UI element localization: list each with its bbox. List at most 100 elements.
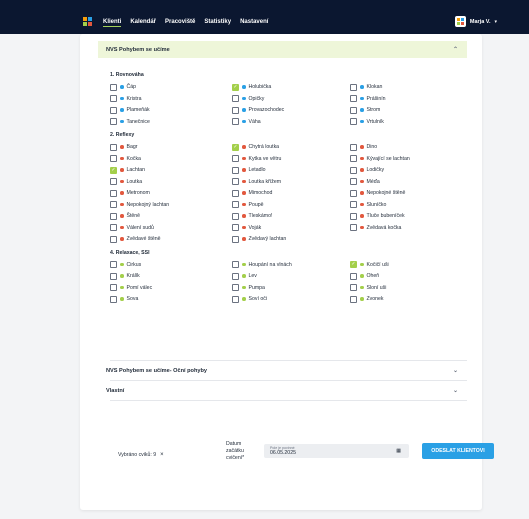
- exercise-checkbox[interactable]: [350, 143, 357, 151]
- exercise-checkbox[interactable]: [232, 201, 239, 208]
- exercise-item[interactable]: Sluníčko: [350, 201, 386, 209]
- exercise-checkbox[interactable]: [350, 295, 357, 303]
- exercise-item[interactable]: Cirkus: [110, 261, 141, 269]
- exercise-checkbox[interactable]: [232, 178, 239, 185]
- exercise-item[interactable]: Letadlo: [232, 166, 266, 174]
- exercise-item[interactable]: Nepokojný lachtan: [110, 201, 169, 209]
- exercise-checkbox[interactable]: [110, 189, 117, 197]
- exercise-item[interactable]: Kytka ve větru: [232, 155, 281, 163]
- exercise-checkbox[interactable]: [350, 155, 357, 162]
- exercise-item[interactable]: Zvědavé štěně: [110, 235, 161, 243]
- exercise-checkbox[interactable]: [350, 212, 357, 220]
- nav-item-nastaveni[interactable]: Nastavení: [240, 19, 268, 27]
- start-date-field[interactable]: Pole je povinné 06.05.2025 ▦: [264, 444, 409, 458]
- exercise-item[interactable]: Klokan: [350, 83, 382, 91]
- exercise-checkbox[interactable]: [110, 272, 117, 280]
- exercise-item[interactable]: Mimochod: [232, 189, 272, 197]
- exercise-item[interactable]: Holubička: [232, 83, 271, 91]
- exercise-checkbox[interactable]: [232, 118, 239, 125]
- exercise-checkbox[interactable]: [232, 189, 239, 197]
- exercise-checkbox[interactable]: [350, 95, 357, 102]
- exercise-checkbox[interactable]: [110, 261, 117, 268]
- exercise-checkbox[interactable]: [350, 201, 357, 208]
- exercise-item[interactable]: Plameňák: [110, 106, 150, 114]
- exercise-item[interactable]: Oheň: [350, 272, 379, 280]
- exercise-item[interactable]: Provazochodec: [232, 106, 284, 114]
- exercise-checkbox[interactable]: [110, 201, 117, 208]
- exercise-checkbox[interactable]: [110, 118, 117, 125]
- exercise-item[interactable]: Strom: [350, 106, 380, 114]
- exercise-checkbox[interactable]: [110, 284, 117, 291]
- exercise-item[interactable]: Loutka křížem: [232, 178, 281, 186]
- exercise-item[interactable]: Vrtulník: [350, 118, 384, 126]
- exercise-item[interactable]: Pumpa: [232, 284, 265, 292]
- exercise-checkbox[interactable]: [350, 189, 357, 197]
- exercise-item[interactable]: Tanečnice: [110, 118, 150, 126]
- exercise-checkbox[interactable]: [350, 106, 357, 114]
- exercise-item[interactable]: Králík: [110, 272, 140, 280]
- exercise-item[interactable]: Houpání na vlnách: [232, 261, 292, 269]
- exercise-checkbox[interactable]: [110, 224, 117, 231]
- calendar-icon[interactable]: ▦: [396, 448, 401, 454]
- exercise-item[interactable]: Chytrá loutka: [232, 143, 279, 151]
- exercise-checkbox[interactable]: [350, 272, 357, 280]
- exercise-item[interactable]: Opičky: [232, 95, 264, 103]
- exercise-checkbox[interactable]: [110, 235, 117, 243]
- exercise-checkbox[interactable]: [232, 235, 239, 243]
- exercise-item[interactable]: Čáp: [110, 83, 136, 91]
- exercise-checkbox[interactable]: [110, 155, 117, 162]
- exercise-checkbox[interactable]: [232, 95, 239, 102]
- exercise-checkbox[interactable]: [232, 212, 239, 220]
- exercise-checkbox[interactable]: [232, 166, 239, 174]
- exercise-checkbox[interactable]: [232, 261, 239, 268]
- exercise-item[interactable]: Sloní uši: [350, 284, 386, 292]
- exercise-checkbox[interactable]: [110, 212, 117, 220]
- exercise-checkbox[interactable]: [232, 83, 239, 91]
- exercise-checkbox[interactable]: [232, 284, 239, 291]
- section-header-nvs[interactable]: NVS Pohybem se učíme ⌃: [98, 41, 467, 58]
- exercise-checkbox[interactable]: [110, 178, 117, 185]
- exercise-item[interactable]: Štěně: [110, 212, 140, 220]
- section-header-own[interactable]: Vlastní ⌄: [98, 382, 467, 399]
- exercise-item[interactable]: Kristra: [110, 95, 142, 103]
- nav-item-pracoviste[interactable]: Pracoviště: [165, 19, 195, 27]
- nav-item-statistiky[interactable]: Statistiky: [204, 19, 231, 27]
- exercise-checkbox[interactable]: [350, 261, 357, 268]
- exercise-checkbox[interactable]: [232, 155, 239, 162]
- nav-item-klienti[interactable]: Klienti: [103, 19, 122, 27]
- exercise-item[interactable]: Kočičí uši: [350, 261, 389, 269]
- exercise-item[interactable]: Váha: [232, 118, 261, 126]
- exercise-item[interactable]: Voják: [232, 224, 261, 232]
- exercise-checkbox[interactable]: [110, 166, 117, 174]
- user-menu[interactable]: Marja V. ▾: [454, 16, 497, 27]
- exercise-item[interactable]: Zvonek: [350, 295, 384, 303]
- exercise-item[interactable]: Lachtan: [110, 166, 145, 174]
- exercise-item[interactable]: Pomí válec: [110, 284, 152, 292]
- exercise-checkbox[interactable]: [110, 83, 117, 91]
- exercise-checkbox[interactable]: [350, 118, 357, 125]
- exercise-item[interactable]: Válení sudů: [110, 224, 154, 232]
- app-logo[interactable]: [83, 17, 92, 26]
- exercise-item[interactable]: Soví oči: [232, 295, 267, 303]
- exercise-item[interactable]: Kočka: [110, 155, 141, 163]
- exercise-checkbox[interactable]: [350, 83, 357, 91]
- exercise-checkbox[interactable]: [232, 295, 239, 303]
- exercise-item[interactable]: Nepokojné štěně: [350, 189, 405, 197]
- exercise-checkbox[interactable]: [232, 106, 239, 114]
- exercise-checkbox[interactable]: [110, 295, 117, 303]
- exercise-item[interactable]: Méďa: [350, 178, 380, 186]
- exercise-checkbox[interactable]: [110, 106, 117, 114]
- exercise-checkbox[interactable]: [232, 143, 239, 151]
- exercise-item[interactable]: Tluče bubeníček: [350, 212, 405, 220]
- exercise-checkbox[interactable]: [350, 166, 357, 174]
- exercise-item[interactable]: Zvědavý lachtan: [232, 235, 286, 243]
- exercise-item[interactable]: Bagr: [110, 143, 137, 151]
- exercise-checkbox[interactable]: [110, 143, 117, 151]
- exercise-item[interactable]: Poupě: [232, 201, 264, 209]
- exercise-checkbox[interactable]: [232, 224, 239, 231]
- exercise-item[interactable]: Zvědavá kočka: [350, 224, 401, 232]
- exercise-item[interactable]: Tleskámo!: [232, 212, 272, 220]
- exercise-item[interactable]: Lev: [232, 272, 257, 280]
- exercise-item[interactable]: Lodičky: [350, 166, 384, 174]
- exercise-item[interactable]: Dino: [350, 143, 377, 151]
